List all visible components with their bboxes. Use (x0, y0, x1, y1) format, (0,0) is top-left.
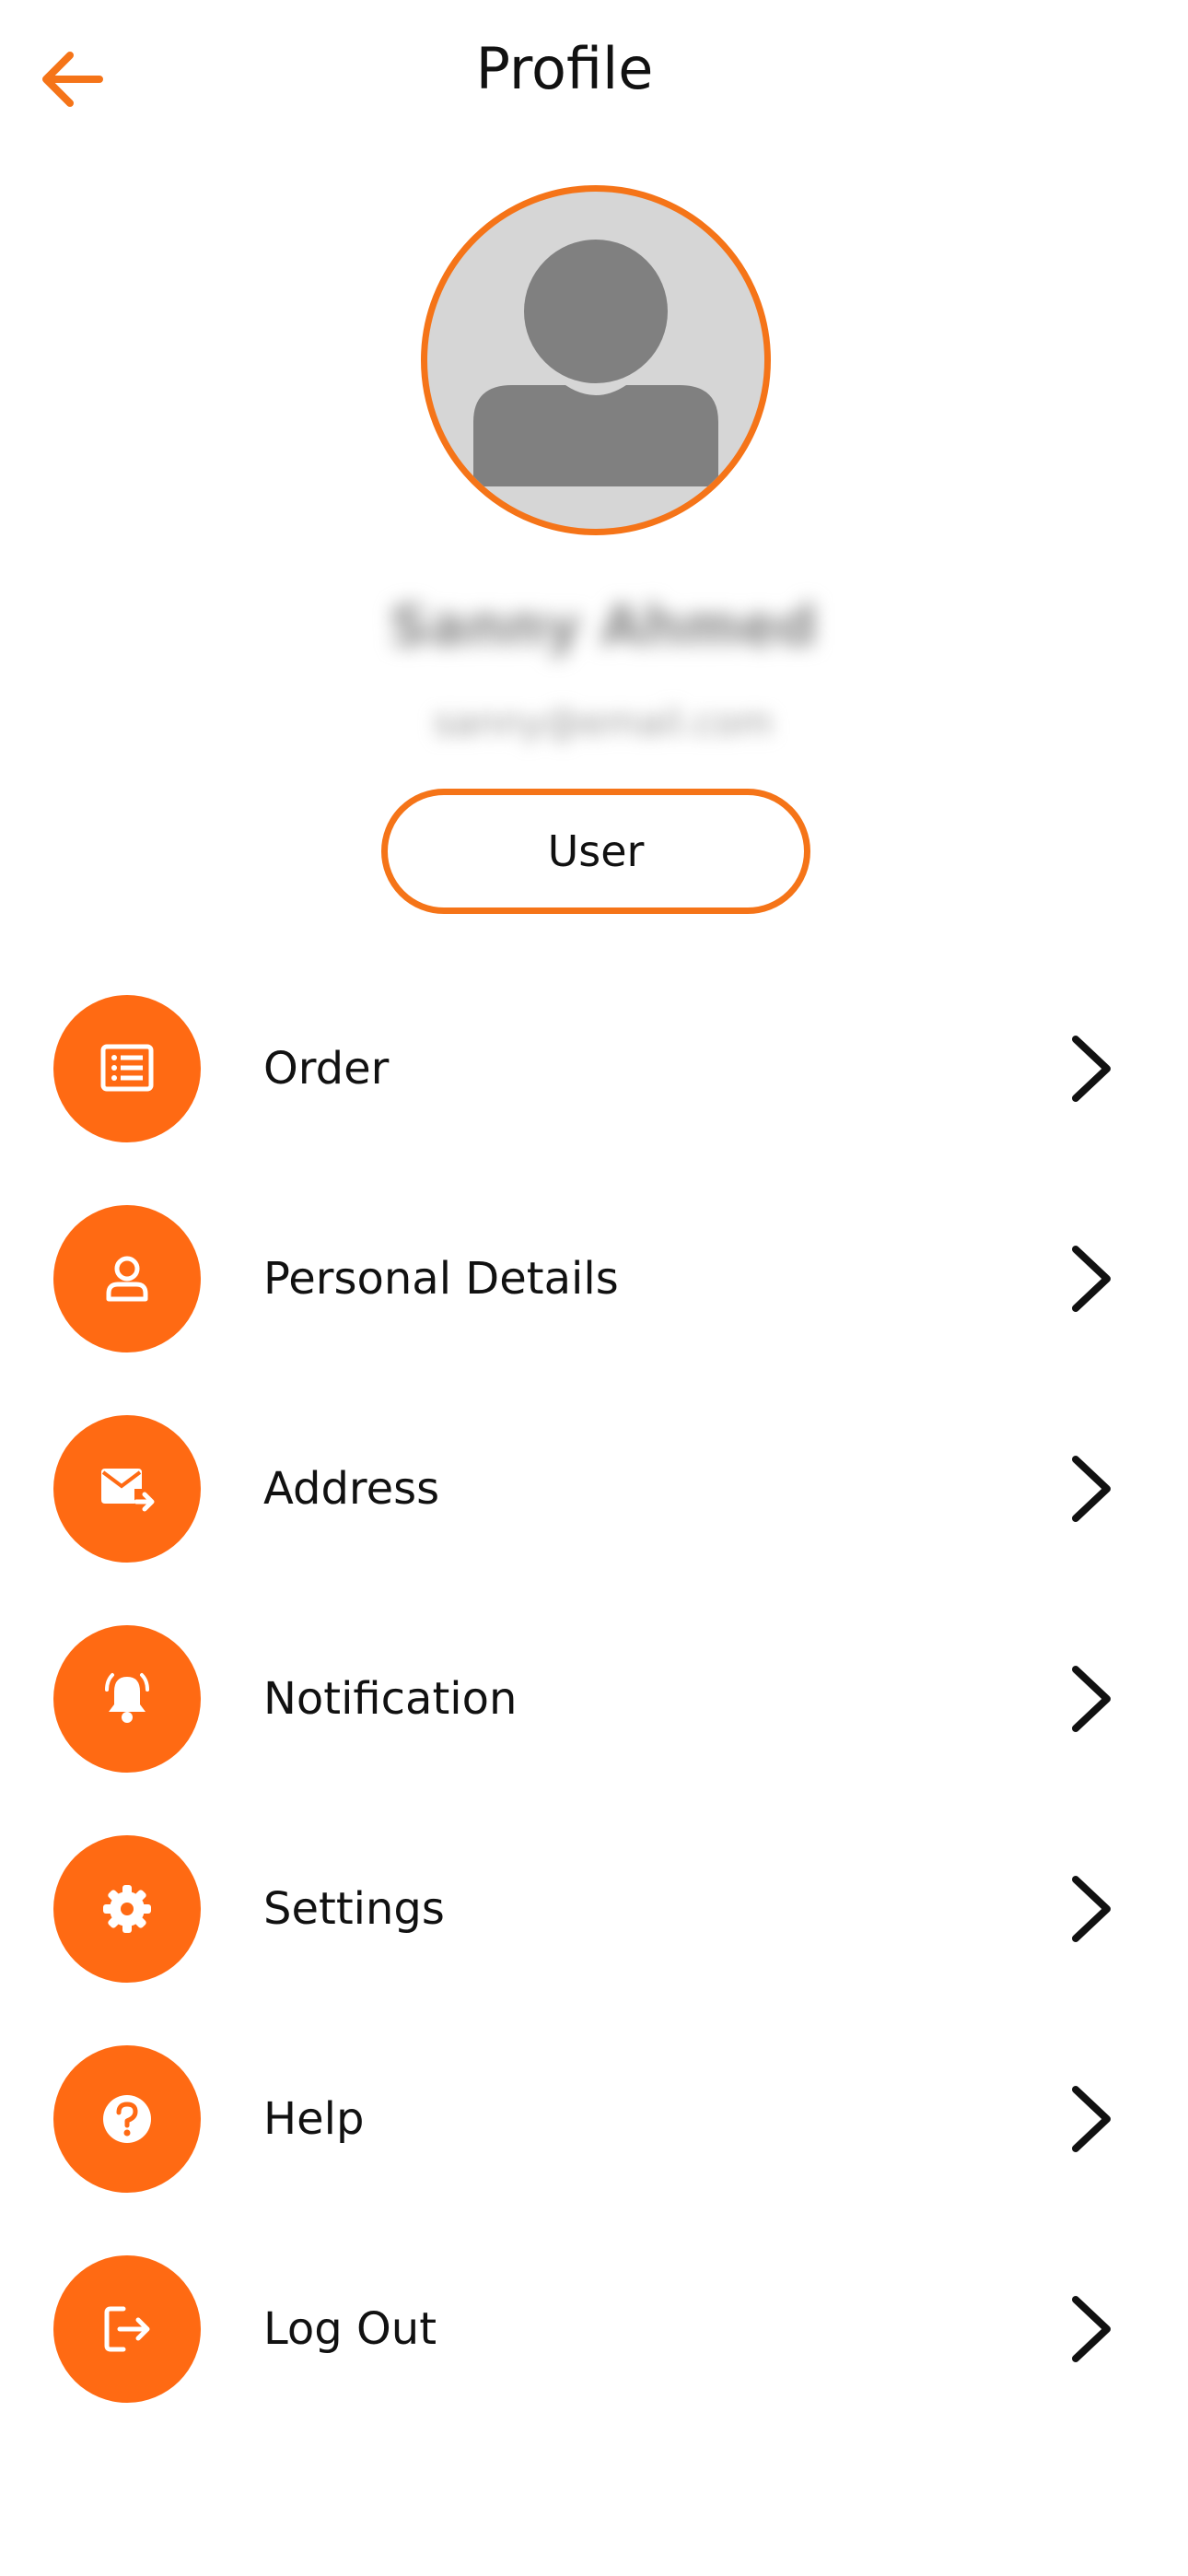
user-subtitle: sanny@email.com (433, 702, 774, 744)
chevron-right-icon (1072, 1246, 1111, 1312)
chevron-right-icon (1072, 1036, 1111, 1102)
menu-icon-help (53, 2045, 201, 2193)
chevron-right-icon (1072, 1876, 1111, 1942)
bell-icon (105, 1673, 149, 1723)
avatar[interactable] (421, 185, 771, 535)
list-icon (100, 1044, 154, 1092)
menu-icon-order (53, 995, 201, 1142)
mail-forward-icon (101, 1469, 155, 1512)
menu-label: Address (263, 1463, 440, 1515)
menu-icon-notification (53, 1625, 201, 1773)
menu-label: Order (263, 1043, 390, 1095)
menu-label: Personal Details (263, 1253, 619, 1305)
menu-item-address[interactable]: Address (0, 1415, 1188, 1563)
menu-label: Settings (263, 1883, 445, 1935)
chevron-right-icon (1072, 2296, 1111, 2362)
menu-item-order[interactable]: Order (0, 995, 1188, 1142)
menu-item-notification[interactable]: Notification (0, 1625, 1188, 1773)
question-icon (103, 2095, 151, 2143)
chevron-right-icon (1072, 2086, 1111, 2152)
page-title: Profile (475, 35, 654, 102)
chevron-right-icon (1072, 1456, 1111, 1522)
user-avatar-icon (473, 240, 718, 486)
menu-label: Log Out (263, 2303, 437, 2355)
gear-icon (103, 1885, 151, 1933)
menu-item-log-out[interactable]: Log Out (0, 2255, 1188, 2403)
menu-icon-address (53, 1415, 201, 1563)
menu-item-help[interactable]: Help (0, 2045, 1188, 2193)
chevron-right-icon (1072, 1666, 1111, 1732)
menu-label: Notification (263, 1673, 518, 1725)
menu-icon-personal-details (53, 1205, 201, 1352)
menu-item-settings[interactable]: Settings (0, 1835, 1188, 1983)
role-badge[interactable]: User (381, 789, 810, 914)
menu-icon-log-out (53, 2255, 201, 2403)
person-icon (106, 1256, 148, 1302)
user-name: Sanny Ahmed (389, 594, 818, 659)
menu-item-personal-details[interactable]: Personal Details (0, 1205, 1188, 1352)
header: Profile (0, 0, 1188, 138)
logout-icon (104, 2306, 150, 2352)
menu-label: Help (263, 2093, 365, 2145)
menu-icon-settings (53, 1835, 201, 1983)
